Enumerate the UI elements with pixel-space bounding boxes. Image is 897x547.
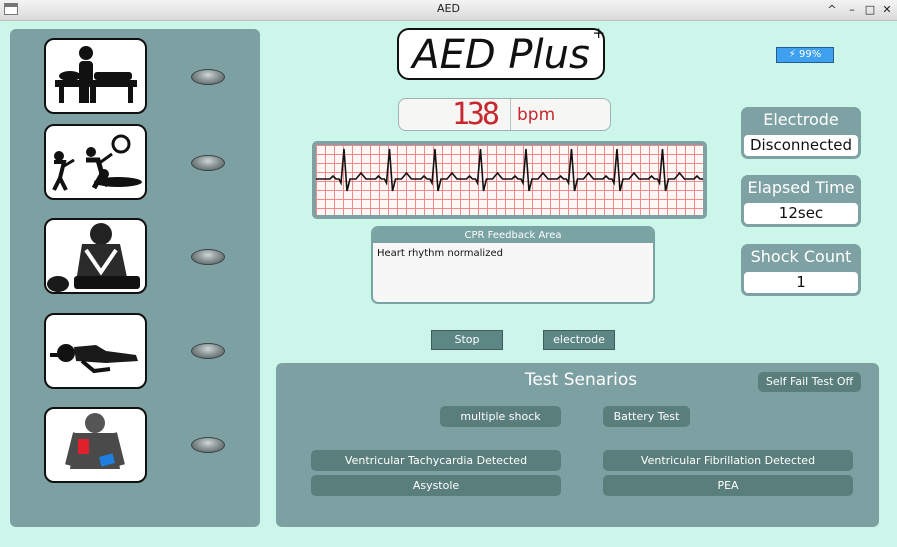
- ecg-monitor: [312, 141, 707, 219]
- window-title: AED: [437, 2, 460, 15]
- step-1: [44, 38, 147, 114]
- step-1-indicator: [191, 69, 225, 85]
- cpr-feedback-message: Heart rhythm normalized: [377, 248, 503, 259]
- pea-button[interactable]: PEA: [603, 475, 853, 496]
- ventricular-fibrillation-button[interactable]: Ventricular Fibrillation Detected: [603, 450, 853, 471]
- self-fail-test-toggle[interactable]: Self Fail Test Off: [758, 372, 861, 392]
- pad-placement-icon: [65, 413, 125, 469]
- elapsed-time-value: 12sec: [744, 203, 858, 224]
- battery-indicator: ⚡ 99%: [776, 47, 834, 63]
- shock-count-box: Shock Count 1: [741, 244, 861, 296]
- asystole-button[interactable]: Asystole: [311, 475, 561, 496]
- elapsed-time-box: Elapsed Time 12sec: [741, 175, 861, 227]
- step-4: [44, 313, 147, 389]
- logo-text: AED Plus: [412, 32, 590, 78]
- steps-panel: [10, 29, 260, 527]
- shock-count-label: Shock Count: [750, 247, 852, 266]
- electrode-status-value: Disconnected: [744, 135, 858, 156]
- shade-button[interactable]: ^: [824, 2, 840, 18]
- test-scenarios-panel: Test Senarios Self Fail Test Off multipl…: [276, 363, 879, 527]
- ecg-waveform: [316, 148, 703, 192]
- shock-count-value: 1: [744, 272, 858, 293]
- step-3-indicator: [191, 249, 225, 265]
- title-bar: AED ^ – □ ✕: [0, 0, 897, 21]
- heart-rate-value: 138: [451, 97, 500, 132]
- ventricular-tachycardia-button[interactable]: Ventricular Tachycardia Detected: [311, 450, 561, 471]
- check-responsiveness-icon: [52, 134, 142, 191]
- step-2-indicator: [191, 155, 225, 171]
- cpr-feedback-area: CPR Feedback Area Heart rhythm normalize…: [371, 226, 655, 304]
- multiple-shock-button[interactable]: multiple shock: [440, 406, 561, 427]
- electrode-status-label: Electrode: [763, 110, 839, 129]
- electrode-button[interactable]: electrode: [543, 330, 615, 350]
- ecg-trace: [316, 148, 703, 192]
- patient-lying-icon: [55, 46, 137, 103]
- heart-rate-unit: bpm: [517, 105, 556, 125]
- battery-test-button[interactable]: Battery Test: [603, 406, 690, 427]
- close-button[interactable]: ✕: [879, 2, 895, 18]
- elapsed-time-label: Elapsed Time: [747, 178, 855, 197]
- step-3: [44, 218, 147, 294]
- logo-superscript: +: [592, 24, 605, 42]
- step-2: [44, 124, 147, 200]
- ecg-grid: [316, 145, 703, 215]
- minimize-button[interactable]: –: [844, 2, 860, 18]
- step-5-indicator: [191, 437, 225, 453]
- aed-window: AED Plus + ⚡ 99% 138 bpm CPR Feedback Ar…: [0, 21, 897, 547]
- step-4-indicator: [191, 343, 225, 359]
- chest-compression-icon: [47, 223, 140, 292]
- step-5: [44, 407, 147, 483]
- cpr-feedback-header: CPR Feedback Area: [373, 228, 653, 243]
- electrode-status-box: Electrode Disconnected: [741, 107, 861, 159]
- recovery-position-icon: [50, 344, 138, 374]
- aed-plus-logo: AED Plus +: [397, 24, 605, 80]
- maximize-button[interactable]: □: [862, 2, 878, 18]
- heart-rate-display: 138 bpm: [398, 98, 611, 131]
- stop-button[interactable]: Stop: [431, 330, 503, 350]
